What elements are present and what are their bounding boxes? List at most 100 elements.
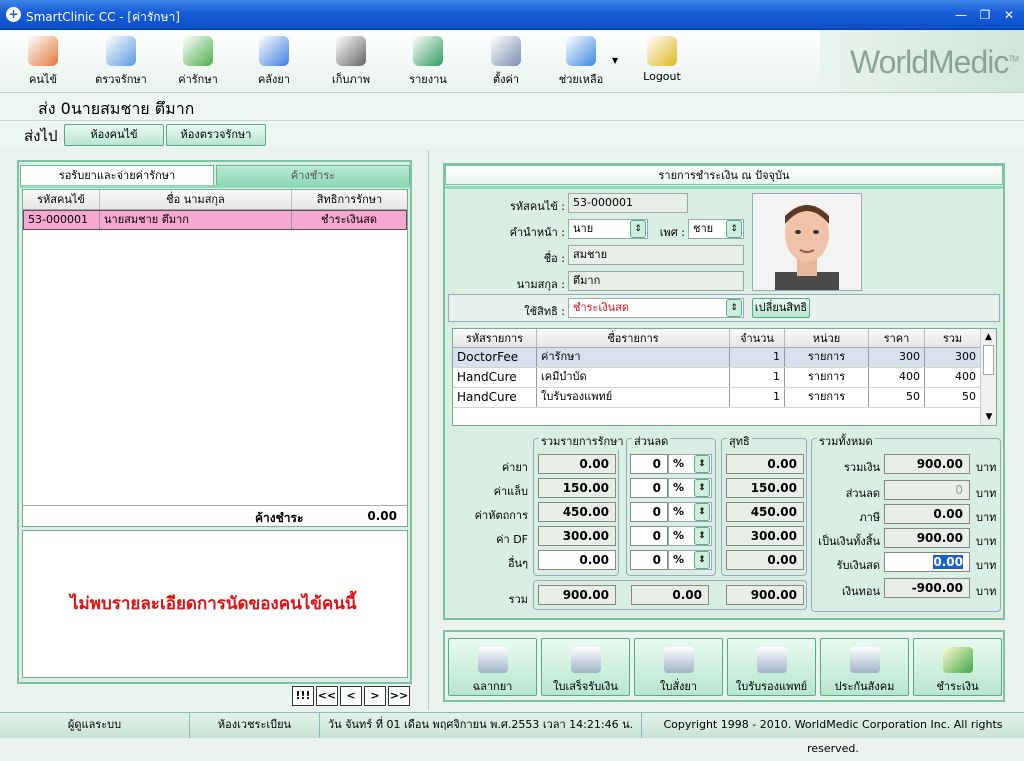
row-patient-id: 53-000001 <box>24 211 100 229</box>
patient-id-field[interactable]: 53-000001 <box>568 193 688 213</box>
col-item-name[interactable]: ชื่อรายการ <box>537 329 730 347</box>
printer-icon <box>570 647 601 673</box>
baht-label: บาท <box>976 461 997 474</box>
help-icon <box>566 36 596 66</box>
status-datetime: วัน จันทร์ ที่ 01 เดือน พฤศจิกายน พ.ศ.25… <box>320 713 642 738</box>
toolbar-tools-button[interactable]: ตั้งค่า <box>474 34 538 90</box>
nav-refresh-button[interactable]: !!! <box>292 686 314 706</box>
close-icon[interactable]: ✕ <box>1000 7 1018 23</box>
cash-received-input[interactable]: 0.00 <box>884 552 970 572</box>
nav-prev-button[interactable]: < <box>340 686 362 706</box>
chevron-updown-icon[interactable]: ⇕ <box>694 455 710 473</box>
lname-field[interactable]: ตึมาก <box>568 271 744 291</box>
toolbar-patient-card-button[interactable]: คนไข้ <box>10 34 76 90</box>
chevron-updown-icon[interactable]: ⇕ <box>726 220 742 238</box>
doctor-icon <box>106 36 136 66</box>
discount-input[interactable]: 0 <box>630 478 668 498</box>
item-total: 50 <box>925 388 981 407</box>
discount-type-select[interactable]: % ⇕ <box>668 526 712 546</box>
nav-first-button[interactable]: << <box>316 686 338 706</box>
nav-last-button[interactable]: >> <box>388 686 410 706</box>
col-price[interactable]: ราคา <box>869 329 925 347</box>
discount-type-select[interactable]: % ⇕ <box>668 478 712 498</box>
toolbar-help-button[interactable]: ช่วยเหลือ <box>548 34 614 90</box>
scroll-thumb[interactable] <box>983 345 994 375</box>
prefix-value: นาย <box>573 222 594 235</box>
toolbar-bar-chart-button[interactable]: รายงาน <box>396 34 460 90</box>
col-item-code[interactable]: รหัสรายการ <box>453 329 537 347</box>
action-button-2[interactable]: ใบสั่งยา <box>634 638 723 696</box>
action-button-4[interactable]: ประกันสังคม <box>820 638 909 696</box>
item-price: 300 <box>869 348 925 367</box>
toolbar-pill-button[interactable]: คลังยา <box>242 34 306 90</box>
discount-type-select[interactable]: % ⇕ <box>668 454 712 474</box>
action-button-0[interactable]: ฉลากยา <box>448 638 537 696</box>
toolbar-money-button[interactable]: ค่ารักษา <box>166 34 230 90</box>
action-button-3[interactable]: ใบรับรองแพทย์ <box>727 638 816 696</box>
action-label: ประกันสังคม <box>834 680 895 693</box>
sex-select[interactable]: ชาย ⇕ <box>688 219 744 239</box>
toolbar-camera-button[interactable]: เก็บภาพ <box>320 34 382 90</box>
chevron-updown-icon[interactable]: ⇕ <box>694 479 710 497</box>
prefix-select[interactable]: นาย ⇕ <box>568 219 648 239</box>
discount-input[interactable]: 0 <box>630 526 668 546</box>
item-total: 400 <box>925 368 981 387</box>
action-button-1[interactable]: ใบเสร็จรับเงิน <box>541 638 630 696</box>
divider <box>0 120 1024 121</box>
send-exam-room-button[interactable]: ห้องตรวจรักษา <box>166 124 266 146</box>
cash-received-value: 0.00 <box>933 555 963 569</box>
sex-value: ชาย <box>693 222 714 235</box>
discount-type-select[interactable]: % ⇕ <box>668 550 712 570</box>
chevron-updown-icon[interactable]: ⇕ <box>694 503 710 521</box>
chevron-updown-icon[interactable]: ⇕ <box>630 220 646 238</box>
right-select[interactable]: ชำระเงินสด ⇕ <box>568 298 744 318</box>
discount-input[interactable]: 0 <box>630 502 668 522</box>
grand-label: รวม <box>508 593 528 606</box>
chevron-updown-icon[interactable]: ⇕ <box>694 551 710 569</box>
discount-input[interactable]: 0 <box>630 454 668 474</box>
send-patient-room-button[interactable]: ห้องคนไข้ <box>64 124 164 146</box>
table-row[interactable]: HandCure เคมีบำบัด 1 รายการ 400 400 <box>453 368 996 388</box>
minimize-icon[interactable]: — <box>952 7 970 23</box>
scroll-up-icon[interactable]: ▲ <box>981 329 996 345</box>
discount-type-select[interactable]: % ⇕ <box>668 502 712 522</box>
chevron-updown-icon[interactable]: ⇕ <box>726 299 742 317</box>
col-total[interactable]: รวม <box>925 329 981 347</box>
outstanding-footer: ค้างชำระ 0.00 <box>22 505 408 527</box>
status-room: ห้องเวชระเบียน <box>190 713 320 738</box>
item-grid-scrollbar[interactable]: ▲ ▼ <box>980 329 996 425</box>
chevron-updown-icon[interactable]: ⇕ <box>694 527 710 545</box>
table-row[interactable]: 53-000001 นายสมชาย ตึมาก ชำระเงินสด <box>23 210 407 230</box>
col-right[interactable]: สิทธิการรักษา <box>292 190 407 209</box>
discount-input[interactable]: 0 <box>630 550 668 570</box>
col-name[interactable]: ชื่อ นามสกุล <box>100 190 292 209</box>
panel-splitter[interactable] <box>428 150 429 710</box>
col-patient-id[interactable]: รหัสคนไข้ <box>23 190 100 209</box>
lock-icon <box>647 36 677 66</box>
col-unit[interactable]: หน่วย <box>785 329 869 347</box>
table-row[interactable]: HandCure ใบรับรองแพทย์ 1 รายการ 50 50 <box>453 388 996 408</box>
tab-waiting[interactable]: รอรับยาและจ่ายค่ารักษา <box>20 165 214 185</box>
tab-outstanding[interactable]: ค้างชำระ <box>216 165 410 185</box>
lname-label: นามสกุล : <box>516 278 565 291</box>
action-button-5[interactable]: ชำระเงิน <box>913 638 1002 696</box>
grand-amount: 900.00 <box>538 585 616 605</box>
table-row[interactable]: DoctorFee ค่ารักษา 1 รายการ 300 300 <box>453 348 996 368</box>
item-unit: รายการ <box>785 348 869 367</box>
scroll-down-icon[interactable]: ▼ <box>981 409 997 425</box>
col-qty[interactable]: จำนวน <box>730 329 785 347</box>
total-row-label: ภาษี <box>859 511 880 524</box>
nav-next-button[interactable]: > <box>364 686 386 706</box>
printer-icon <box>849 647 880 673</box>
item-grid: รหัสรายการ ชื่อรายการ จำนวน หน่วย ราคา ร… <box>452 328 997 426</box>
fname-field[interactable]: สมชาย <box>568 245 744 265</box>
baht-label: บาท <box>976 585 997 598</box>
restore-icon[interactable]: ❐ <box>976 7 994 23</box>
toolbar-doctor-button[interactable]: ตรวจรักษา <box>84 34 158 90</box>
total-row-value: 900.00 <box>884 528 970 548</box>
toolbar-lock-button[interactable]: Logout <box>624 34 700 90</box>
brand-logo: WorldMedicTM <box>850 44 1019 80</box>
patient-photo[interactable] <box>752 193 862 291</box>
sum-row-amount[interactable]: 0.00 <box>538 550 616 570</box>
change-right-button[interactable]: เปลี่ยนสิทธิ <box>752 298 810 318</box>
